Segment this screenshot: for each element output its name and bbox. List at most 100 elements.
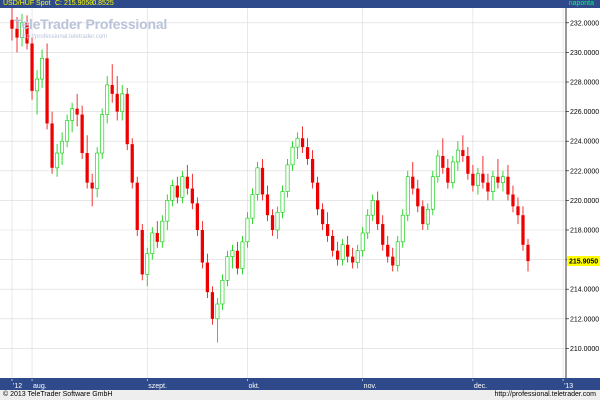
candle-down: [310, 158, 315, 183]
candle-down: [446, 167, 450, 183]
candle-down: [471, 173, 475, 186]
candle-up: [340, 244, 345, 260]
candle-up: [225, 256, 230, 281]
candle-down: [135, 182, 139, 230]
candle-up: [290, 146, 295, 166]
candle-down: [140, 230, 144, 275]
candle-up: [35, 78, 39, 92]
candle-down: [466, 156, 470, 174]
candle-down: [391, 256, 395, 266]
candle-down: [195, 203, 199, 230]
candle-up: [405, 176, 410, 216]
candle-down: [130, 144, 134, 183]
candle-down: [521, 215, 525, 245]
y-tick-label: 226.0000: [570, 109, 599, 116]
candle-down: [346, 244, 350, 257]
candle-up: [250, 194, 255, 219]
candle-up: [215, 303, 220, 320]
candle-up: [100, 114, 105, 154]
footer: © 2013 TeleTrader Software GmbH http://p…: [0, 390, 600, 400]
candle-up: [501, 176, 505, 183]
period-label: naponta: [568, 0, 594, 7]
candle-down: [511, 194, 515, 207]
candle-down: [185, 176, 189, 189]
candle-up: [395, 241, 400, 266]
candle-up: [55, 152, 60, 169]
candle-down: [411, 176, 415, 189]
candle-up: [105, 84, 110, 115]
y-tick-label: 230.0000: [570, 50, 599, 57]
y-tick-label: 212.0000: [570, 316, 599, 323]
x-tick-label: szept.: [148, 383, 167, 390]
candle-up: [240, 241, 245, 269]
candle-up: [400, 214, 405, 243]
candle-down: [351, 256, 355, 263]
y-tick-label: 228.0000: [570, 80, 599, 87]
candle-up: [450, 161, 455, 183]
candle-down: [416, 188, 420, 207]
candle-up: [475, 173, 480, 186]
y-tick-label: 218.0000: [570, 228, 599, 235]
candle-up: [355, 250, 360, 263]
candle-up: [70, 108, 75, 121]
footer-url: http://professional.teletrader.com: [494, 391, 596, 398]
candle-up: [455, 149, 460, 163]
candle-down: [265, 194, 270, 216]
y-tick-label: 214.0000: [570, 287, 599, 294]
watermark-title: TeleTrader Professional: [14, 16, 168, 32]
y-tick-label: 220.0000: [570, 198, 599, 205]
grid: [0, 8, 566, 378]
watermark-url: http://professional.teletrader.com: [20, 34, 108, 40]
candle-down: [50, 123, 54, 168]
candle-up: [285, 164, 290, 192]
candle-down: [336, 250, 340, 260]
x-tick-label: aug.: [33, 383, 47, 390]
copyright-text: © 2013 TeleTrader Software GmbH: [3, 391, 113, 398]
candle-up: [365, 214, 370, 234]
candle-down: [260, 167, 265, 195]
candle-down: [421, 206, 425, 225]
candle-down: [175, 185, 179, 198]
change-label: -0.8525: [90, 0, 114, 7]
y-tick-label: 224.0000: [570, 139, 599, 146]
candles: [10, 8, 530, 343]
candle-down: [235, 250, 240, 269]
y-tick-label: 232.0000: [570, 20, 599, 27]
candle-down: [270, 215, 275, 230]
candle-down: [481, 173, 485, 183]
candle-up: [245, 217, 250, 243]
candle-down: [85, 153, 89, 183]
candle-up: [40, 58, 44, 80]
chart: USD/HUF Spot C: 215.9050 -0.8525 naponta…: [0, 0, 600, 400]
candle-down: [115, 93, 119, 112]
candle-down: [190, 188, 194, 204]
candle-down: [300, 138, 305, 148]
candle-down: [376, 200, 380, 225]
candle-up: [220, 280, 225, 305]
candle-down: [386, 244, 390, 257]
y-tick-label: 222.0000: [570, 168, 599, 175]
candle-up: [280, 191, 285, 213]
candle-down: [155, 232, 159, 242]
candle-down: [496, 176, 500, 183]
x-axis-bar: '12aug.szept.okt.nov.dec.'13febr.: [0, 378, 600, 390]
watermark-logo: TeleTrader Professional http://professio…: [8, 16, 167, 52]
candle-up: [255, 167, 260, 195]
candle-down: [330, 235, 335, 251]
last-price-label: 215.9050: [569, 259, 598, 266]
candle-down: [80, 114, 84, 154]
candle-down: [45, 58, 49, 124]
y-tick-label: 210.0000: [570, 346, 599, 353]
candle-up: [425, 208, 430, 225]
candle-down: [461, 150, 465, 156]
candle-down: [200, 230, 204, 263]
candle-down: [315, 182, 320, 210]
candle-down: [325, 224, 330, 236]
candle-up: [170, 185, 175, 201]
price-plot: 210.0000212.0000214.0000216.0000218.0000…: [0, 8, 600, 378]
x-tick-label: nov.: [364, 383, 377, 390]
candle-up: [150, 232, 155, 254]
candle-up: [435, 155, 440, 178]
candle-up: [165, 200, 170, 222]
candle-up: [491, 176, 495, 192]
